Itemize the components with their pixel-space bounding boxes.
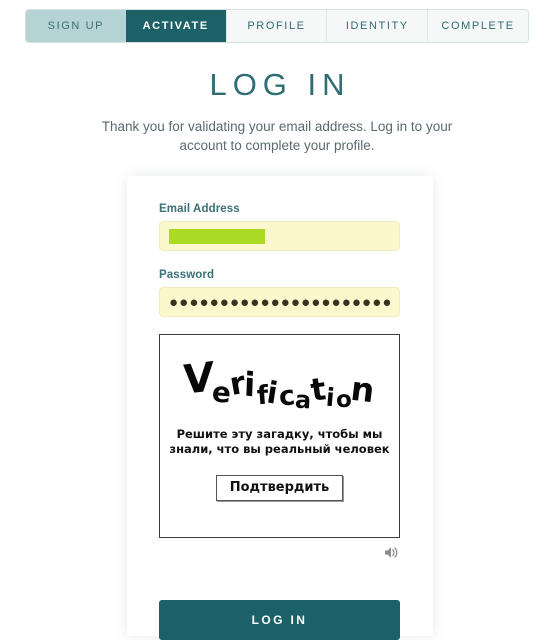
captcha-wordmark-image: Verification <box>160 353 399 419</box>
password-input[interactable]: ●●●●●●●●●●●●●●●●●●●●●●●●●●●●●●●● <box>159 287 400 317</box>
stepper-container: SIGN UP ACTIVATE PROFILE IDENTITY COMPLE… <box>0 0 554 43</box>
captcha-letter: i <box>243 364 257 405</box>
captcha-audio-row <box>159 545 400 565</box>
captcha-widget: Verification Решите эту загадку, чтобы м… <box>159 334 400 538</box>
password-masked-value: ●●●●●●●●●●●●●●●●●●●●●●●●●●●●●●●● <box>169 294 390 310</box>
page-subtitle: Thank you for validating your email addr… <box>101 119 453 153</box>
login-submit-button[interactable]: LOG IN <box>159 600 400 640</box>
card-area: Email Address Password ●●●●●●●●●●●●●●●●●… <box>0 176 554 640</box>
step-profile[interactable]: PROFILE <box>225 10 327 42</box>
captcha-letter: V <box>182 353 215 405</box>
login-card: Email Address Password ●●●●●●●●●●●●●●●●●… <box>127 176 433 640</box>
speaker-icon[interactable] <box>383 545 400 565</box>
step-complete[interactable]: COMPLETE <box>427 10 528 42</box>
captcha-letter: a <box>294 385 313 415</box>
password-label: Password <box>159 269 215 281</box>
email-input[interactable] <box>159 221 400 251</box>
captcha-letter: n <box>348 368 377 411</box>
email-label: Email Address <box>159 203 240 215</box>
step-identity[interactable]: IDENTITY <box>326 10 428 42</box>
captcha-prompt-text: Решите эту загадку, чтобы мы знали, что … <box>169 427 390 456</box>
step-activate[interactable]: ACTIVATE <box>125 10 226 42</box>
progress-stepper: SIGN UP ACTIVATE PROFILE IDENTITY COMPLE… <box>25 9 529 43</box>
email-redaction-bar <box>169 228 265 244</box>
page-title: LOG IN <box>209 67 351 102</box>
captcha-button-row: Подтвердить <box>160 475 399 501</box>
captcha-confirm-button[interactable]: Подтвердить <box>215 475 344 501</box>
step-sign-up[interactable]: SIGN UP <box>26 10 126 42</box>
